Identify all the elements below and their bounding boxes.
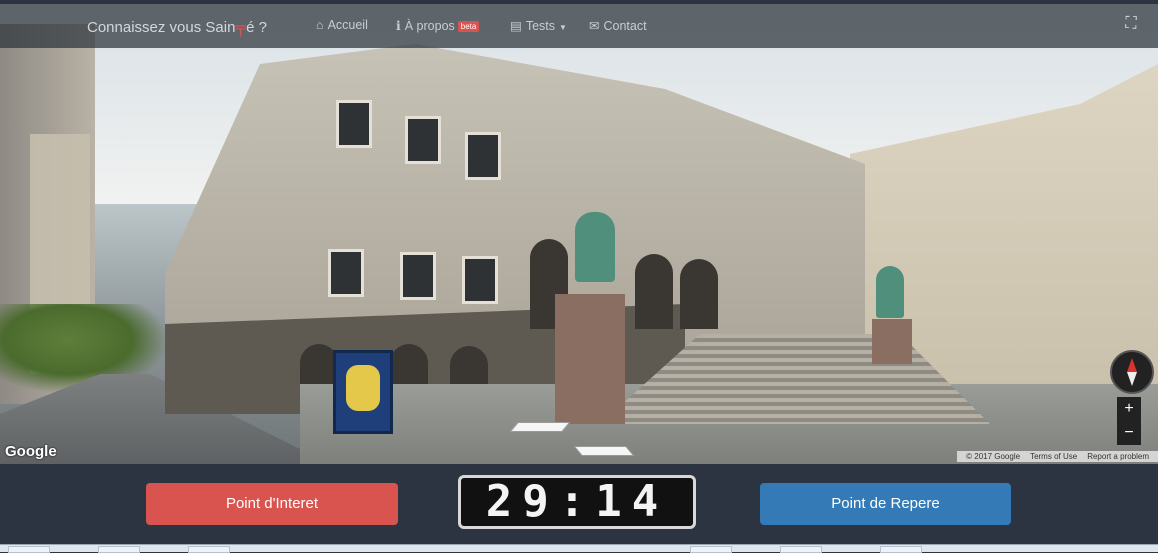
terms-link[interactable]: Terms of Use [1030,452,1077,461]
map-attribution: © 2017 Google Terms of Use Report a proble… [957,451,1158,462]
window [465,132,501,180]
window [336,100,372,148]
arch [680,259,718,329]
countdown-timer: 29:14 [458,475,696,529]
landmark-button[interactable]: Point de Repere [760,483,1011,525]
move-backward-arrow[interactable] [509,422,571,432]
window [328,249,364,297]
caret-down-icon: ▼ [559,23,567,32]
zoom-in-button[interactable]: + [1117,397,1141,421]
window [462,256,498,304]
taskbar-item[interactable] [780,546,822,553]
envelope-icon: ✉ [589,19,600,33]
statue-pedestal [555,294,625,424]
taskbar-item[interactable] [98,546,140,553]
cross-logo-icon: ╤ [235,19,247,36]
window [405,116,441,164]
street-view-panorama[interactable] [0,4,1158,464]
statue-pedestal [872,319,912,364]
zoom-out-button[interactable]: − [1117,421,1141,445]
game-controls: Point d'Interet 29:14 Point de Repere [0,464,1158,544]
timer-value: 29:14 [485,476,669,527]
home-icon: ⌂ [316,18,324,32]
statue [876,266,904,318]
info-icon: ℹ [396,19,401,33]
site-brand[interactable]: Connaissez vous Sain╤é ? [87,19,267,36]
taskbar-item[interactable] [690,546,732,553]
move-forward-arrow[interactable] [573,446,635,456]
statue [575,212,615,282]
nav-a-propos[interactable]: ℹÀ propos beta [396,18,480,33]
fullscreen-icon[interactable]: ⛶ [1120,13,1142,35]
beta-badge: beta [457,21,480,32]
advertising-poster [333,350,393,434]
arch [635,254,673,329]
nav-tests-dropdown[interactable]: ▤ Tests ▼ [510,18,567,33]
window [400,252,436,300]
taskbar-item[interactable] [188,546,230,553]
point-of-interest-button[interactable]: Point d'Interet [146,483,398,525]
report-problem-link[interactable]: Report a problem [1087,452,1149,461]
top-navbar: Connaissez vous Sain╤é ? ⌂ Accueil ℹÀ pro… [0,4,1158,48]
nav-accueil[interactable]: ⌂ Accueil [316,18,368,32]
nav-contact[interactable]: ✉ Contact [589,18,647,33]
compass-icon[interactable] [1110,350,1154,394]
taskbar-item[interactable] [880,546,922,553]
google-logo: Google [5,443,57,460]
copyright-text: © 2017 Google [966,452,1021,461]
taskbar-item[interactable] [8,546,50,553]
list-icon: ▤ [510,19,522,33]
